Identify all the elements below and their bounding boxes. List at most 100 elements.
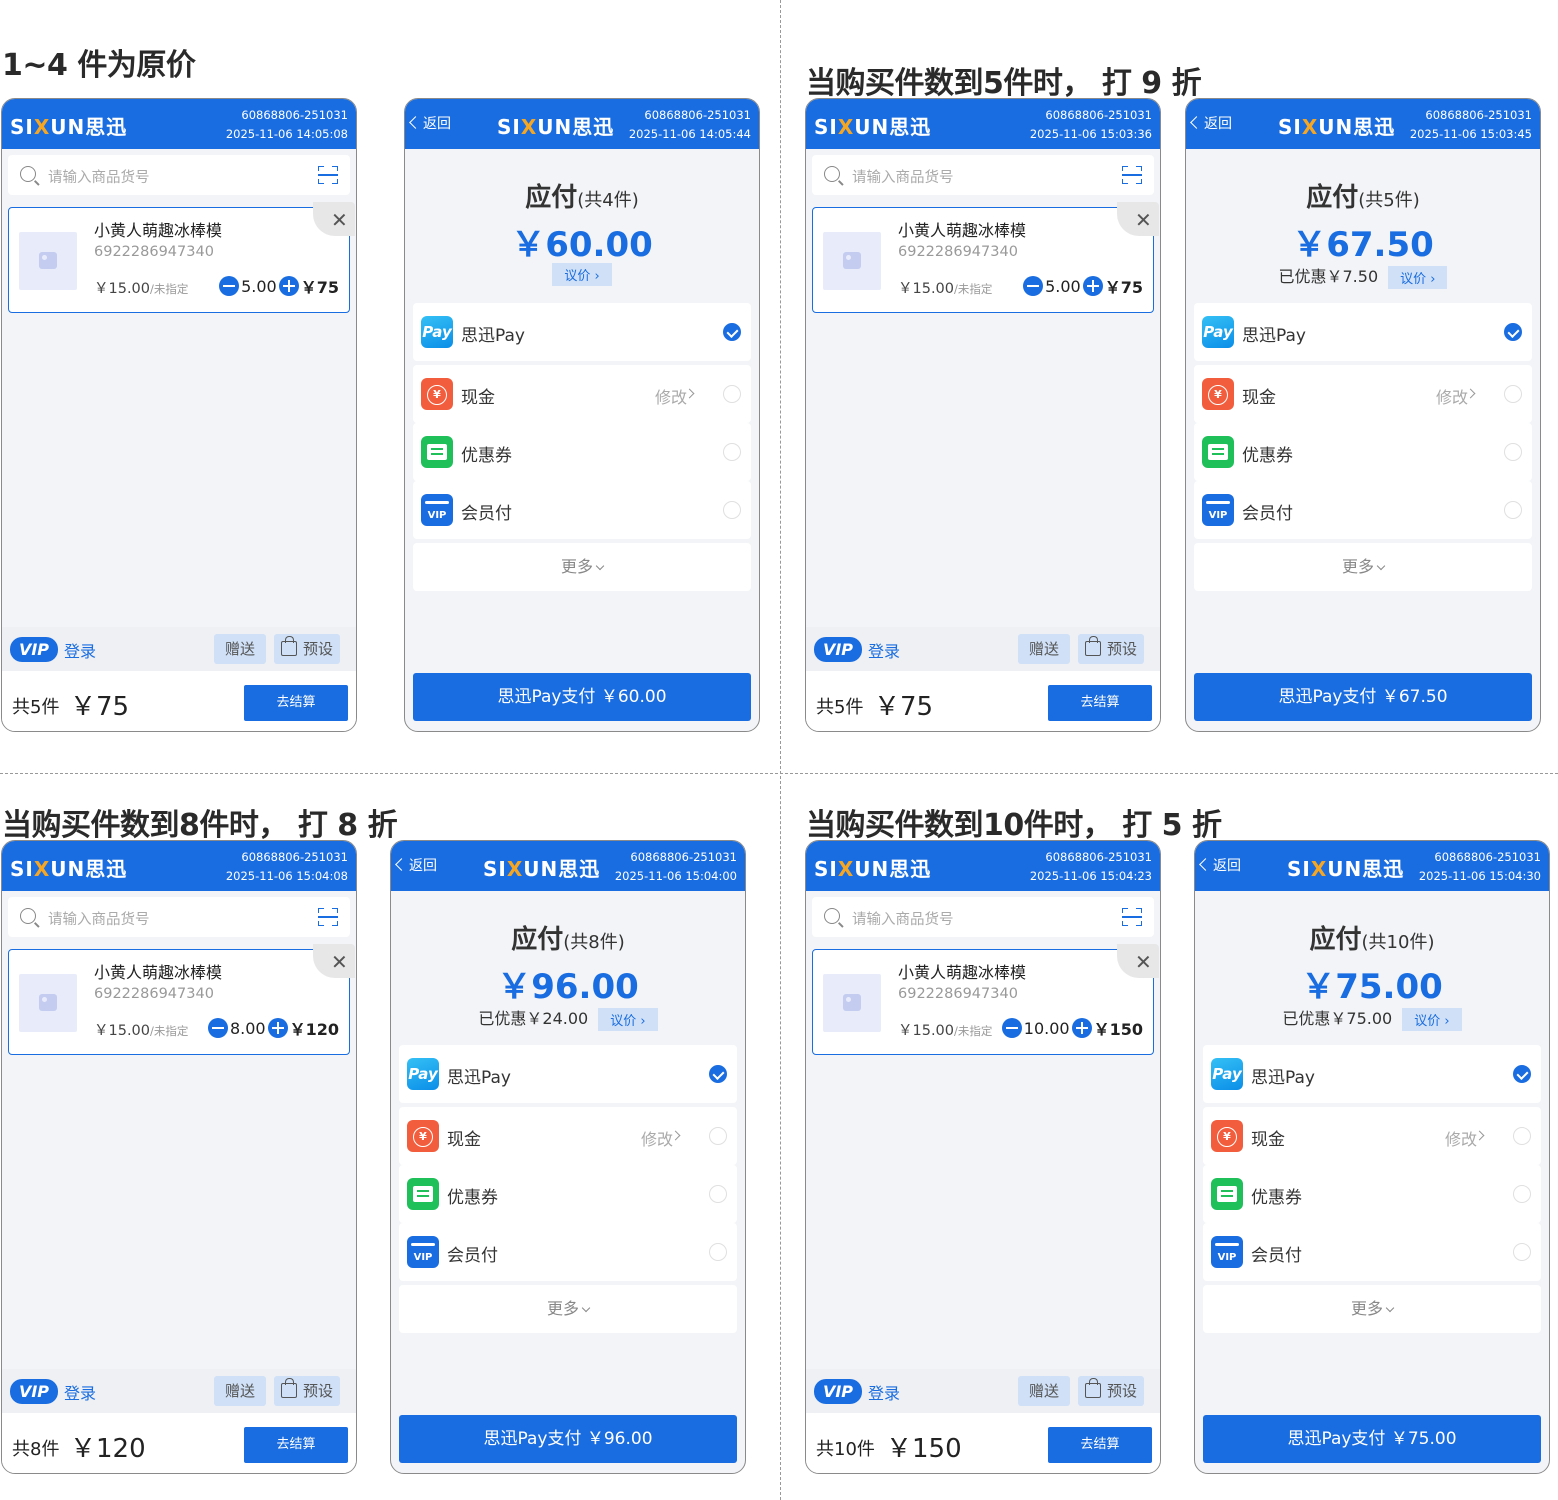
plus-button[interactable]	[278, 276, 299, 296]
search-input[interactable]: 请输入商品货号	[48, 908, 150, 929]
cart-item[interactable]: ✕ 小黄人萌趣冰棒模 6922286947340 ￥15.00/未指定 5.00…	[8, 202, 355, 313]
radio[interactable]	[709, 1127, 727, 1145]
modify-link[interactable]: 修改	[641, 1126, 673, 1150]
preset-button[interactable]: 预设	[1078, 634, 1144, 664]
radio-selected[interactable]	[709, 1065, 727, 1083]
checkout-button[interactable]: 去结算	[244, 685, 348, 721]
preset-button[interactable]: 预设	[1078, 1376, 1144, 1406]
pay-option-member[interactable]: VIP 会员付	[1194, 481, 1532, 539]
search-input[interactable]: 请输入商品货号	[852, 908, 954, 929]
pay-option-cash[interactable]: ¥ 现金 修改	[1194, 365, 1532, 423]
minus-button[interactable]	[1001, 1018, 1022, 1038]
pay-button[interactable]: 思迅Pay支付 ￥67.50	[1194, 673, 1532, 721]
more-options-button[interactable]: 更多	[1203, 1285, 1541, 1333]
gift-button[interactable]: 赠送	[214, 1376, 266, 1406]
pay-option-cash[interactable]: ¥ 现金 修改	[1203, 1107, 1541, 1165]
back-button[interactable]: 返回	[409, 113, 451, 133]
gift-button[interactable]: 赠送	[1018, 634, 1070, 664]
checkout-button[interactable]: 去结算	[1048, 685, 1152, 721]
more-options-button[interactable]: 更多	[1194, 543, 1532, 591]
pay-option-sixunpay[interactable]: Pay 思迅Pay	[1203, 1045, 1541, 1103]
scan-icon[interactable]	[318, 908, 338, 926]
pay-option-sixunpay[interactable]: Pay 思迅Pay	[413, 303, 751, 361]
pay-button[interactable]: 思迅Pay支付 ￥96.00	[399, 1415, 737, 1463]
quantity-value[interactable]: 10.00	[1022, 1019, 1072, 1038]
minus-button[interactable]	[219, 276, 240, 296]
cart-item[interactable]: ✕ 小黄人萌趣冰棒模 6922286947340 ￥15.00/未指定 10.0…	[812, 944, 1159, 1055]
negotiate-button[interactable]: 议价 ›	[598, 1008, 658, 1031]
search-bar[interactable]: 请输入商品货号	[8, 155, 350, 195]
remove-item-button[interactable]: ✕	[1117, 202, 1159, 236]
pay-option-coupon[interactable]: 优惠券	[413, 423, 751, 481]
radio[interactable]	[1504, 443, 1522, 461]
quantity-value[interactable]: 5.00	[239, 277, 279, 296]
remove-item-button[interactable]: ✕	[313, 944, 355, 978]
radio[interactable]	[709, 1243, 727, 1261]
pay-option-member[interactable]: VIP 会员付	[1203, 1223, 1541, 1281]
radio[interactable]	[1513, 1243, 1531, 1261]
modify-link[interactable]: 修改	[655, 384, 687, 408]
radio[interactable]	[723, 385, 741, 403]
scan-icon[interactable]	[1122, 166, 1142, 184]
cart-item[interactable]: ✕ 小黄人萌趣冰棒模 6922286947340 ￥15.00/未指定 8.00…	[8, 944, 355, 1055]
search-input[interactable]: 请输入商品货号	[852, 166, 954, 187]
modify-link[interactable]: 修改	[1436, 384, 1468, 408]
back-button[interactable]: 返回	[1199, 855, 1241, 875]
search-bar[interactable]: 请输入商品货号	[812, 897, 1154, 937]
negotiate-button[interactable]: 议价 ›	[552, 263, 612, 286]
pay-option-coupon[interactable]: 优惠券	[1194, 423, 1532, 481]
pay-option-coupon[interactable]: 优惠券	[399, 1165, 737, 1223]
plus-button[interactable]	[267, 1018, 288, 1038]
login-link[interactable]: 登录	[64, 638, 96, 662]
pay-option-cash[interactable]: ¥ 现金 修改	[399, 1107, 737, 1165]
more-options-button[interactable]: 更多	[413, 543, 751, 591]
plus-button[interactable]	[1082, 276, 1103, 296]
checkout-button[interactable]: 去结算	[1048, 1427, 1152, 1463]
minus-button[interactable]	[1023, 276, 1044, 296]
remove-item-button[interactable]: ✕	[313, 202, 355, 236]
radio[interactable]	[1513, 1127, 1531, 1145]
cart-item[interactable]: ✕ 小黄人萌趣冰棒模 6922286947340 ￥15.00/未指定 5.00…	[812, 202, 1159, 313]
login-link[interactable]: 登录	[64, 1380, 96, 1404]
scan-icon[interactable]	[1122, 908, 1142, 926]
radio[interactable]	[1504, 385, 1522, 403]
pay-button[interactable]: 思迅Pay支付 ￥75.00	[1203, 1415, 1541, 1463]
remove-item-button[interactable]: ✕	[1117, 944, 1159, 978]
login-link[interactable]: 登录	[868, 1380, 900, 1404]
pay-option-sixunpay[interactable]: Pay 思迅Pay	[399, 1045, 737, 1103]
preset-button[interactable]: 预设	[274, 1376, 340, 1406]
back-button[interactable]: 返回	[1190, 113, 1232, 133]
radio-selected[interactable]	[1504, 323, 1522, 341]
pay-option-coupon[interactable]: 优惠券	[1203, 1165, 1541, 1223]
scan-icon[interactable]	[318, 166, 338, 184]
pay-button[interactable]: 思迅Pay支付 ￥60.00	[413, 673, 751, 721]
gift-button[interactable]: 赠送	[1018, 1376, 1070, 1406]
modify-link[interactable]: 修改	[1445, 1126, 1477, 1150]
quantity-value[interactable]: 8.00	[228, 1019, 268, 1038]
pay-option-sixunpay[interactable]: Pay 思迅Pay	[1194, 303, 1532, 361]
radio[interactable]	[709, 1185, 727, 1203]
search-input[interactable]: 请输入商品货号	[48, 166, 150, 187]
quantity-value[interactable]: 5.00	[1043, 277, 1083, 296]
preset-button[interactable]: 预设	[274, 634, 340, 664]
back-button[interactable]: 返回	[395, 855, 437, 875]
radio[interactable]	[723, 443, 741, 461]
radio-selected[interactable]	[1513, 1065, 1531, 1083]
minus-button[interactable]	[207, 1018, 228, 1038]
negotiate-button[interactable]: 议价 ›	[1388, 266, 1448, 289]
search-bar[interactable]: 请输入商品货号	[8, 897, 350, 937]
radio[interactable]	[723, 501, 741, 519]
negotiate-button[interactable]: 议价 ›	[1402, 1008, 1462, 1031]
more-options-button[interactable]: 更多	[399, 1285, 737, 1333]
radio[interactable]	[1504, 501, 1522, 519]
checkout-button[interactable]: 去结算	[244, 1427, 348, 1463]
gift-button[interactable]: 赠送	[214, 634, 266, 664]
pay-option-member[interactable]: VIP 会员付	[399, 1223, 737, 1281]
radio-selected[interactable]	[723, 323, 741, 341]
search-bar[interactable]: 请输入商品货号	[812, 155, 1154, 195]
pay-option-cash[interactable]: ¥ 现金 修改	[413, 365, 751, 423]
radio[interactable]	[1513, 1185, 1531, 1203]
plus-button[interactable]	[1071, 1018, 1092, 1038]
login-link[interactable]: 登录	[868, 638, 900, 662]
pay-option-member[interactable]: VIP 会员付	[413, 481, 751, 539]
